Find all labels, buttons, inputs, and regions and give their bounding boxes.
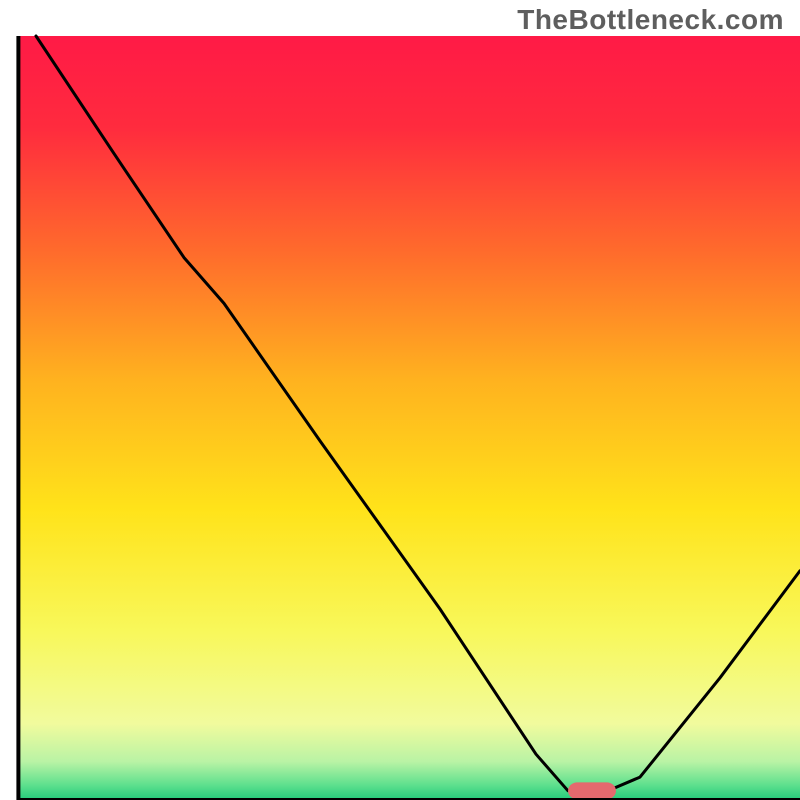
optimal-marker	[568, 782, 616, 799]
bottleneck-chart: TheBottleneck.com	[0, 0, 800, 800]
chart-svg	[0, 0, 800, 800]
watermark-text: TheBottleneck.com	[517, 4, 784, 36]
chart-background	[18, 36, 800, 800]
